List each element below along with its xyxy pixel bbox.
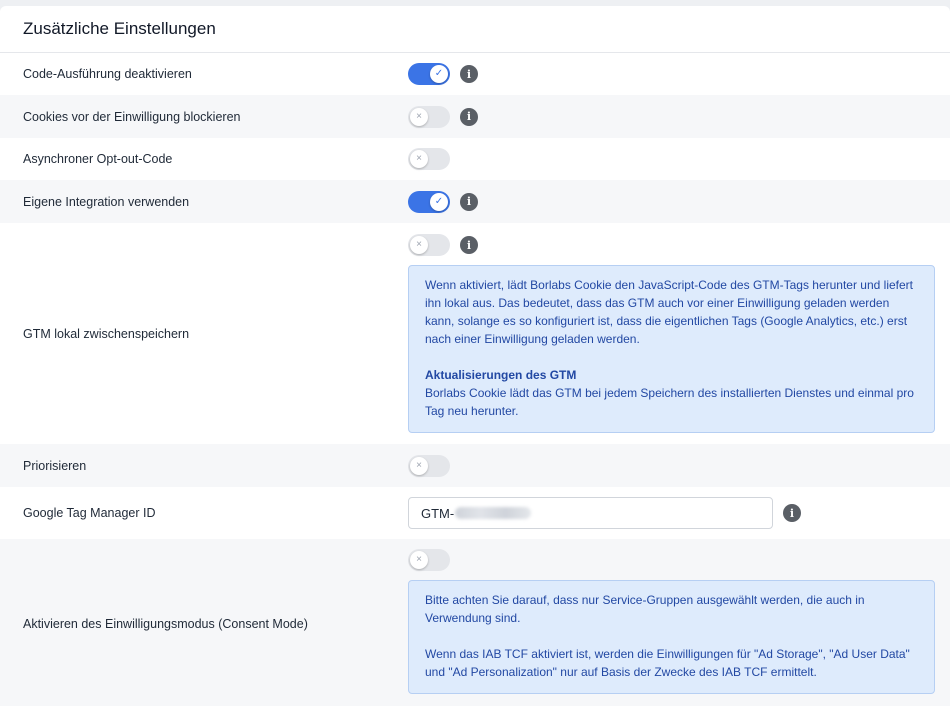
panel-title: Zusätzliche Einstellungen — [0, 6, 950, 53]
gtm-id-value: GTM- — [421, 505, 455, 521]
setting-label: Cookies vor der Einwilligung blockieren — [23, 109, 241, 124]
gtm-local-info-box: Wenn aktiviert, lädt Borlabs Cookie den … — [408, 265, 935, 433]
cross-icon: × — [410, 456, 428, 475]
cross-icon: × — [410, 150, 428, 168]
setting-label: GTM lokal zwischenspeichern — [23, 326, 190, 341]
check-icon: ✓ — [430, 192, 448, 211]
setting-label: Priorisieren — [23, 458, 87, 473]
info-text: Bitte achten Sie darauf, dass nur Servic… — [425, 593, 865, 625]
info-icon[interactable]: i — [460, 65, 478, 83]
setting-label: Google Tag Manager ID — [23, 506, 156, 520]
setting-row-own-integration: Eigene Integration verwenden ✓ i — [0, 180, 950, 223]
setting-row-prioritize: Priorisieren × — [0, 444, 950, 487]
setting-row-gtm-id: Google Tag Manager ID GTM- i — [0, 487, 950, 539]
setting-label: Asynchroner Opt-out-Code — [23, 152, 173, 166]
info-heading: Aktualisierungen des GTM — [425, 368, 577, 382]
consent-mode-info-box: Bitte achten Sie darauf, dass nur Servic… — [408, 580, 935, 694]
setting-row-gtm-local: GTM lokal zwischenspeichern × i Wenn akt… — [0, 223, 950, 444]
check-icon: ✓ — [430, 65, 448, 83]
additional-settings-panel: Zusätzliche Einstellungen Code-Ausführun… — [0, 6, 950, 706]
async-optout-toggle[interactable]: × — [408, 148, 450, 170]
info-icon[interactable]: i — [460, 192, 478, 211]
cross-icon: × — [410, 107, 428, 126]
consent-mode-toggle[interactable]: × — [408, 549, 450, 571]
setting-row-code-execution: Code-Ausführung deaktivieren ✓ i — [0, 53, 950, 95]
info-icon[interactable]: i — [460, 107, 478, 126]
gtm-id-input[interactable]: GTM- — [408, 497, 773, 529]
setting-label: Code-Ausführung deaktivieren — [23, 67, 192, 81]
own-integration-toggle[interactable]: ✓ — [408, 190, 450, 213]
setting-label: Eigene Integration verwenden — [23, 194, 190, 209]
setting-row-async-optout: Asynchroner Opt-out-Code × — [0, 138, 950, 180]
setting-label: Aktivieren des Einwilligungsmodus (Conse… — [23, 617, 308, 631]
cross-icon: × — [410, 236, 428, 254]
gtm-local-toggle[interactable]: × — [408, 234, 450, 256]
info-text: Wenn aktiviert, lädt Borlabs Cookie den … — [425, 278, 914, 346]
redacted-value — [455, 507, 532, 519]
block-cookies-toggle[interactable]: × — [408, 105, 450, 128]
info-text: Wenn das IAB TCF aktiviert ist, werden d… — [425, 647, 910, 679]
info-icon[interactable]: i — [783, 504, 801, 522]
code-execution-toggle[interactable]: ✓ — [408, 63, 450, 85]
prioritize-toggle[interactable]: × — [408, 454, 450, 477]
info-text: Borlabs Cookie lädt das GTM bei jedem Sp… — [425, 386, 914, 418]
cross-icon: × — [410, 551, 428, 569]
setting-row-block-cookies: Cookies vor der Einwilligung blockieren … — [0, 95, 950, 138]
info-icon[interactable]: i — [460, 236, 478, 254]
setting-row-consent-mode: Aktivieren des Einwilligungsmodus (Conse… — [0, 539, 950, 706]
